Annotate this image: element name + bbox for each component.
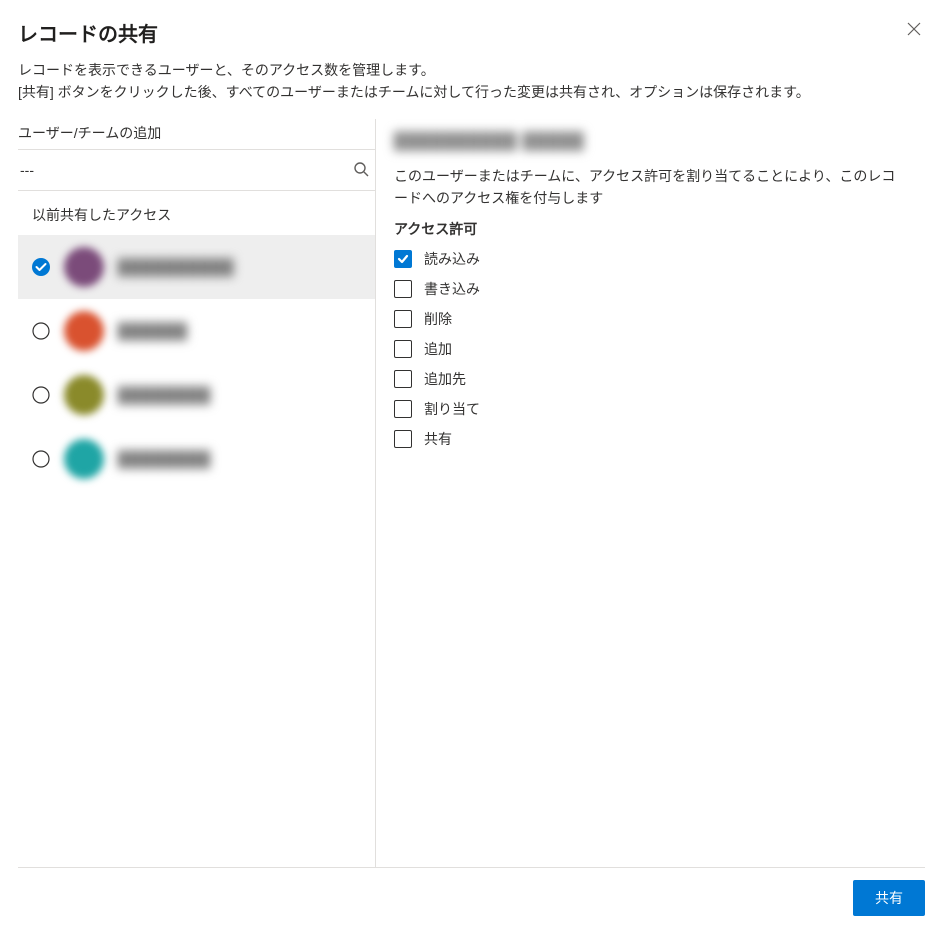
add-user-label: ユーザー/チームの追加	[18, 119, 375, 150]
permissions-list: 読み込み 書き込み 削除	[394, 249, 909, 449]
avatar	[64, 439, 104, 479]
permission-share[interactable]: 共有	[394, 429, 909, 449]
radio-icon	[32, 322, 50, 340]
dialog-body: ユーザー/チームの追加 以前共有したアクセス	[18, 119, 925, 868]
left-pane: ユーザー/チームの追加 以前共有したアクセス	[18, 119, 376, 868]
dialog-description: レコードを表示できるユーザーと、そのアクセス数を管理します。 [共有] ボタンを…	[18, 59, 925, 103]
user-row[interactable]: ██████████	[18, 235, 375, 299]
radio-icon	[32, 386, 50, 404]
checkbox[interactable]	[394, 430, 412, 448]
right-pane: ██████████ █████ このユーザーまたはチームに、アクセス許可を割り…	[376, 119, 925, 868]
user-name: ██████	[118, 323, 188, 340]
radio-icon	[32, 450, 50, 468]
checkbox[interactable]	[394, 280, 412, 298]
search-input[interactable]	[18, 158, 345, 182]
desc-line2: [共有] ボタンをクリックした後、すべてのユーザーまたはチームに対して行った変更…	[18, 84, 810, 100]
checkbox[interactable]	[394, 310, 412, 328]
selected-user-name: ██████████ █████	[394, 133, 909, 151]
permission-label: 共有	[424, 429, 452, 449]
permission-write[interactable]: 書き込み	[394, 279, 909, 299]
permission-label: 削除	[424, 309, 452, 329]
user-name: ████████	[118, 451, 211, 468]
share-record-dialog: レコードの共有 レコードを表示できるユーザーと、そのアクセス数を管理します。 […	[0, 0, 945, 928]
permission-label: 読み込み	[424, 249, 480, 269]
desc-line1: レコードを表示できるユーザーと、そのアクセス数を管理します。	[18, 62, 435, 78]
checkbox[interactable]	[394, 250, 412, 268]
dialog-title: レコードの共有	[18, 18, 158, 47]
dialog-footer: 共有	[18, 868, 925, 928]
permission-label: 割り当て	[424, 399, 480, 419]
radio-selected-icon	[32, 258, 50, 276]
permission-label: 追加	[424, 339, 452, 359]
permission-delete[interactable]: 削除	[394, 309, 909, 329]
user-row[interactable]: ████████	[18, 363, 375, 427]
user-row[interactable]: ██████	[18, 299, 375, 363]
avatar	[64, 311, 104, 351]
avatar	[64, 375, 104, 415]
checkbox[interactable]	[394, 370, 412, 388]
avatar	[64, 247, 104, 287]
right-description: このユーザーまたはチームに、アクセス許可を割り当てることにより、このレコードへの…	[394, 165, 909, 209]
checkbox[interactable]	[394, 340, 412, 358]
permission-read[interactable]: 読み込み	[394, 249, 909, 269]
close-icon	[907, 22, 921, 36]
permission-append-to[interactable]: 追加先	[394, 369, 909, 389]
search-icon[interactable]	[353, 161, 375, 180]
checkbox[interactable]	[394, 400, 412, 418]
user-list: ██████████ ██████ ████████	[18, 235, 375, 491]
close-button[interactable]	[903, 18, 925, 40]
user-row[interactable]: ████████	[18, 427, 375, 491]
share-button[interactable]: 共有	[853, 880, 925, 916]
dialog-header: レコードの共有	[18, 18, 925, 59]
previous-access-heading: 以前共有したアクセス	[18, 191, 375, 235]
permission-label: 追加先	[424, 369, 466, 389]
permission-append[interactable]: 追加	[394, 339, 909, 359]
permission-label: 書き込み	[424, 279, 480, 299]
permissions-heading: アクセス許可	[394, 219, 909, 239]
search-row	[18, 150, 375, 191]
user-name: ████████	[118, 387, 211, 404]
permission-assign[interactable]: 割り当て	[394, 399, 909, 419]
user-name: ██████████	[118, 259, 234, 276]
